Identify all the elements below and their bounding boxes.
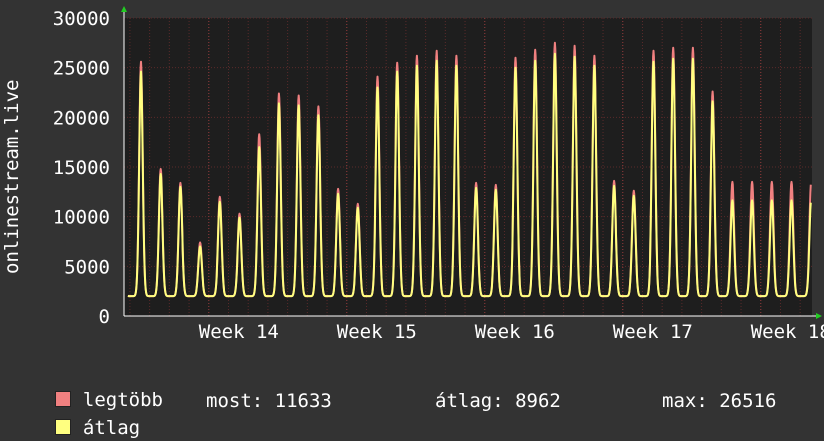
- y-tick-label: 30000: [53, 8, 110, 30]
- stat-atlag: átlag: 8962: [435, 390, 561, 412]
- y-tick-labels: 0 5000 10000 15000 20000 25000 30000: [53, 8, 110, 328]
- stat-most-label: most:: [206, 390, 264, 412]
- legend-item-avg: átlag: [32, 389, 140, 441]
- x-tick-label: Week 15: [337, 321, 417, 343]
- x-tick-labels: Week 14 Week 15 Week 16 Week 17 Week 18: [199, 321, 824, 343]
- y-tick-label: 15000: [53, 157, 110, 179]
- stat-atlag-value: 8962: [515, 390, 561, 412]
- legend-label-avg: átlag: [82, 417, 141, 439]
- y-tick-label: 10000: [53, 207, 110, 229]
- y-tick-label: 5000: [64, 256, 110, 278]
- y-tick-label: 25000: [53, 58, 110, 80]
- y-axis-arrow: [121, 6, 127, 12]
- x-tick-label: Week 18: [751, 321, 824, 343]
- y-tick-label: 20000: [53, 107, 110, 129]
- x-tick-label: Week 16: [475, 321, 555, 343]
- x-tick-label: Week 14: [199, 321, 279, 343]
- x-tick-label: Week 17: [613, 321, 693, 343]
- x-axis-arrow: [816, 313, 822, 319]
- stat-most: most: 11633: [206, 390, 332, 412]
- y-tick-label: 0: [99, 306, 110, 328]
- legend-swatch-avg: [54, 419, 71, 435]
- stat-most-value: 11633: [274, 390, 332, 412]
- stat-max: max: 26516: [662, 390, 776, 412]
- stat-atlag-label: átlag:: [435, 390, 504, 412]
- stat-max-value: 26516: [719, 390, 777, 412]
- stat-max-label: max:: [662, 390, 708, 412]
- y-axis-label: onlinestream.live: [1, 80, 23, 274]
